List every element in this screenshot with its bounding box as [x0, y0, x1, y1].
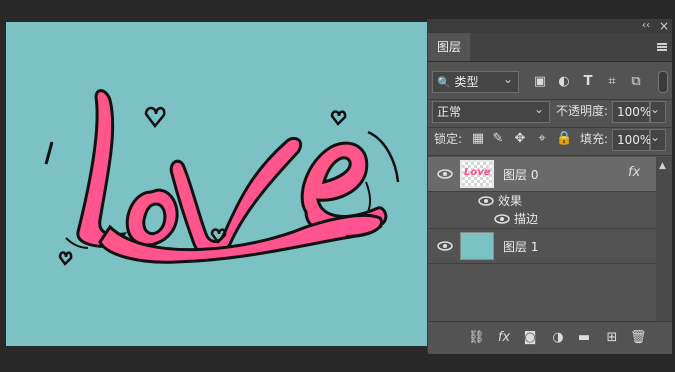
scroll-up-icon[interactable]: ▲ [659, 161, 666, 171]
lock-move-icon[interactable]: ✥ [512, 131, 528, 147]
image-filter-icon[interactable]: ▣ [532, 74, 548, 90]
heart-1 [144, 106, 166, 129]
adjustment-layer-icon[interactable]: ◑ [550, 330, 566, 346]
layer-name[interactable]: 图层 1 [503, 238, 538, 255]
layer-effects-group: 效果 描边 [428, 192, 656, 229]
panel-menu-icon[interactable] [657, 43, 667, 51]
layer-thumbnail [460, 232, 494, 260]
new-layer-icon[interactable]: ⊞ [604, 330, 620, 346]
thumbnail-love-text: Love [464, 167, 491, 178]
visibility-eye-icon[interactable] [494, 214, 510, 224]
fill-value: 100% [617, 133, 652, 147]
layer-thumbnail: Love [460, 160, 494, 188]
layer-row[interactable]: Love 图层 0 fx [428, 157, 656, 192]
document-canvas[interactable] [6, 22, 427, 346]
opacity-input[interactable]: 100% [612, 101, 652, 123]
layer-mask-icon[interactable]: ◙ [522, 330, 538, 346]
stroke-1 [44, 141, 54, 165]
panel-tab-row: 图层 [428, 33, 672, 62]
lock-artboard-icon[interactable]: ⌖ [534, 131, 550, 147]
fx-badge[interactable]: fx [628, 165, 640, 180]
visibility-eye-icon[interactable] [437, 241, 453, 251]
layers-panel: ‹‹ × 图层 🔍 类型 ▣ ◐ T ⌗ ⧉ 正常 不透明度: 100% 锁定:… [427, 19, 672, 354]
divider [428, 155, 672, 156]
layer-name[interactable]: 图层 0 [503, 166, 538, 183]
divider [428, 99, 672, 100]
effects-label[interactable]: 效果 [498, 192, 522, 210]
lock-all-icon[interactable]: 🔒 [556, 131, 572, 147]
lock-transparent-icon[interactable]: ▦ [470, 131, 486, 147]
visibility-eye-icon[interactable] [437, 169, 453, 179]
link-layers-icon[interactable]: ⛓ [468, 330, 485, 346]
search-icon: 🔍 [437, 76, 451, 89]
lock-label: 锁定: [434, 132, 463, 146]
fill-label: 填充: [580, 132, 609, 146]
opacity-dropdown[interactable] [650, 99, 666, 123]
love-artwork [44, 89, 400, 266]
stroke-2 [367, 130, 400, 183]
opacity-value: 100% [617, 105, 652, 119]
layer-row[interactable]: 图层 1 [428, 229, 656, 264]
stroke-3 [365, 181, 372, 213]
letter-o [125, 188, 179, 247]
shape-filter-icon[interactable]: ⌗ [604, 74, 620, 90]
tab-layers[interactable]: 图层 [428, 33, 470, 61]
collapse-panel-button[interactable]: ‹‹ [642, 19, 650, 33]
layer-filter-dropdown[interactable]: 🔍 类型 [432, 69, 519, 93]
group-folder-icon[interactable]: ▬ [576, 330, 592, 346]
adjustment-filter-icon[interactable]: ◐ [556, 74, 572, 90]
heart-2 [330, 110, 347, 126]
layers-bottom-bar: ⛓ fx ◙ ◑ ▬ ⊞ 🗑 [428, 321, 672, 354]
visibility-eye-icon[interactable] [478, 196, 494, 206]
letter-l [76, 89, 128, 248]
fill-dropdown[interactable] [650, 127, 666, 151]
fx-icon[interactable]: fx [496, 330, 512, 346]
blend-mode-dropdown[interactable]: 正常 [432, 99, 550, 123]
smart-object-filter-icon[interactable]: ⧉ [628, 74, 644, 90]
filter-toggle[interactable] [658, 71, 668, 93]
panel-top-bar: ‹‹ × [428, 19, 672, 33]
lock-paint-icon[interactable]: ✎ [490, 131, 506, 147]
divider [428, 127, 672, 128]
type-filter-icon[interactable]: T [580, 74, 596, 90]
trash-icon[interactable]: 🗑 [630, 330, 647, 346]
layer-filter-value: 类型 [454, 75, 479, 89]
blend-mode-value: 正常 [437, 105, 462, 119]
fill-input[interactable]: 100% [612, 129, 652, 151]
close-panel-button[interactable]: × [659, 19, 669, 33]
opacity-label: 不透明度: [556, 104, 609, 118]
heart-4 [58, 251, 73, 266]
stroke-effect-label[interactable]: 描边 [514, 210, 538, 228]
layers-scrollbar[interactable]: ▲ [656, 157, 672, 321]
